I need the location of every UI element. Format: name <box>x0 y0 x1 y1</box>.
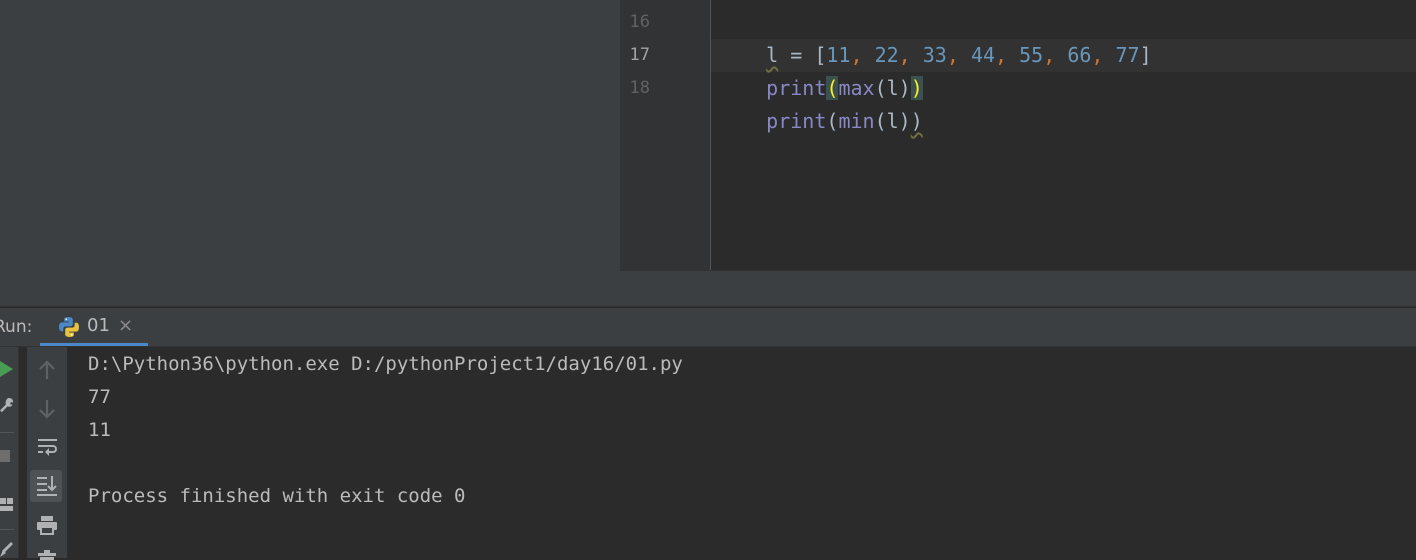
code-editor[interactable]: 16 17 18 l = [11, 22, 33, 44, 55, 66, 77… <box>620 0 1416 270</box>
run-tab-label: 01 <box>87 315 110 336</box>
token-paren: ) <box>910 109 923 133</box>
console-line: 11 <box>88 419 111 441</box>
token-number: 55 <box>1019 43 1044 67</box>
console-line-command: D:\Python36\python.exe D:/pythonProject1… <box>88 353 683 375</box>
console-line: 77 <box>88 386 111 408</box>
trash-icon[interactable] <box>38 550 56 560</box>
layout-icon[interactable] <box>0 497 14 513</box>
run-console-output[interactable]: D:\Python36\python.exe D:/pythonProject1… <box>68 347 1416 558</box>
token-number: 66 <box>1067 43 1092 67</box>
stop-icon[interactable] <box>0 449 12 463</box>
token-comma: , <box>946 43 959 67</box>
run-icon[interactable] <box>0 361 14 377</box>
line-number-current: 17 <box>629 45 650 65</box>
token-paren: ( <box>874 109 887 133</box>
toolbar-separator <box>0 432 14 433</box>
token-number: 77 <box>1115 43 1140 67</box>
console-toolbar <box>27 347 67 560</box>
run-tab-01[interactable]: 01 × <box>40 308 148 346</box>
token-paren: ) <box>898 109 911 133</box>
close-icon[interactable]: × <box>118 308 133 344</box>
editor-breadcrumb-bar <box>620 270 1416 307</box>
token-variable: l <box>886 109 899 133</box>
token-comma: , <box>1091 43 1104 67</box>
console-line-exit-status: Process finished with exit code 0 <box>88 485 466 507</box>
wrench-icon[interactable] <box>0 397 14 415</box>
python-icon <box>59 317 79 337</box>
token-builtin: min <box>838 109 875 133</box>
token-paren: ( <box>826 109 839 133</box>
line-number: 18 <box>629 78 650 98</box>
code-line-18[interactable]: print(min(l)) <box>718 72 923 171</box>
token-comma: , <box>1043 43 1056 67</box>
pin-icon[interactable] <box>0 539 14 557</box>
arrow-down-icon[interactable] <box>38 399 56 419</box>
token-number: 33 <box>922 43 947 67</box>
token-builtin: print <box>766 109 827 133</box>
toolbar-separator <box>0 529 14 530</box>
print-icon[interactable] <box>36 515 58 535</box>
line-number-gutter: 16 17 18 <box>620 0 711 270</box>
line-number: 16 <box>629 12 650 32</box>
run-side-toolbar <box>0 347 19 558</box>
scroll-to-end-icon <box>37 476 57 496</box>
run-label: Run: <box>0 317 33 337</box>
token-number: 44 <box>970 43 996 67</box>
token-bracket: ] <box>1139 43 1152 67</box>
run-toolwindow-header: Run: 01 × <box>0 308 1416 347</box>
scroll-to-end-toggle[interactable] <box>30 470 62 502</box>
soft-wrap-icon[interactable] <box>37 437 59 457</box>
token-comma: , <box>995 43 1008 67</box>
arrow-up-icon[interactable] <box>38 360 56 380</box>
project-panel <box>0 0 620 306</box>
